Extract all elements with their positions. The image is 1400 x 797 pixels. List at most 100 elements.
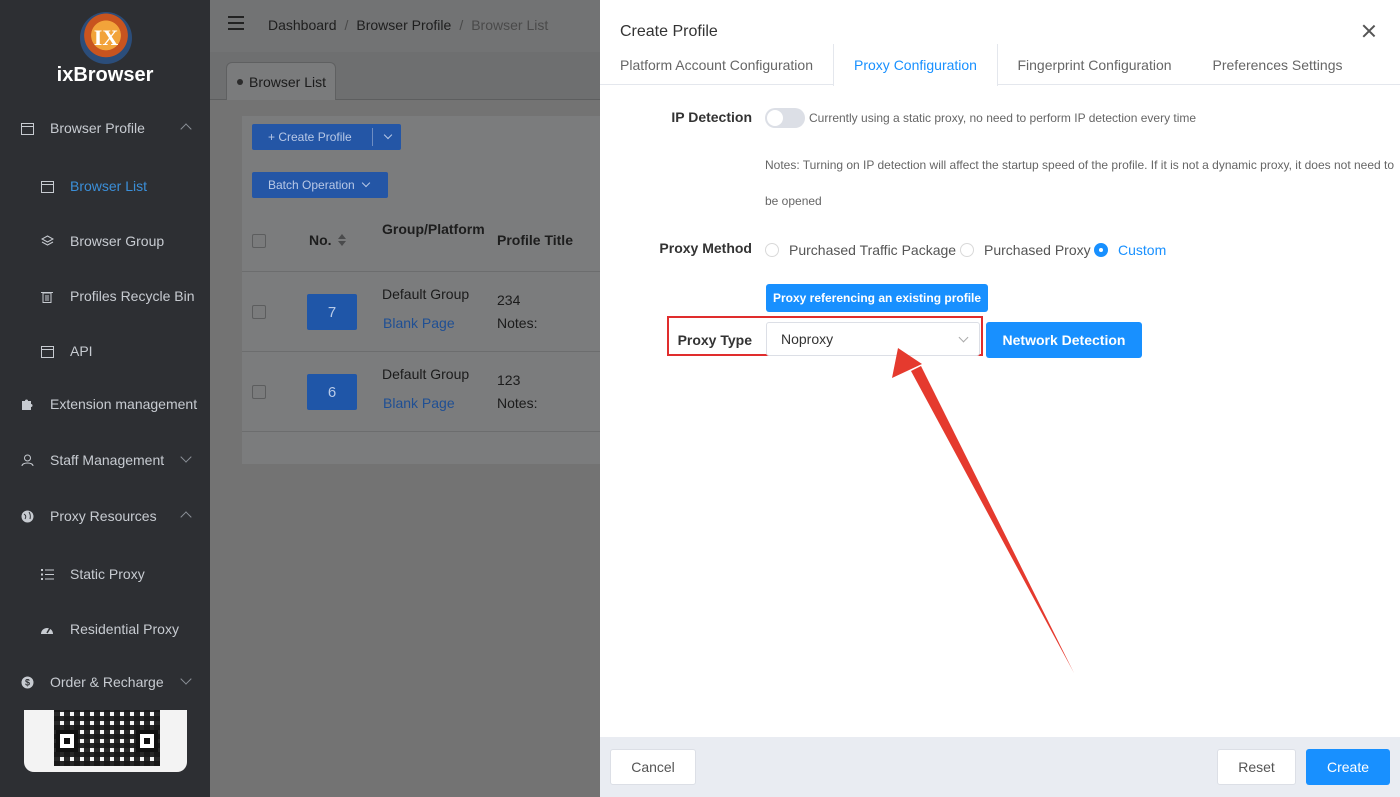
sidebar-item-label: Static Proxy (70, 566, 145, 582)
calendar-icon (40, 179, 54, 193)
table-row[interactable]: 7 Default Group Blank Page 234 Notes: (242, 272, 622, 352)
ip-detection-label: IP Detection (671, 109, 752, 125)
sidebar-item-label: Browser Group (70, 233, 165, 249)
radio-custom[interactable]: Custom (1094, 242, 1166, 258)
sidebar: IX ixBrowser Browser Profile Browser Lis… (0, 0, 210, 797)
radio-circle (765, 243, 779, 257)
chevron-up-icon (180, 511, 192, 523)
proxy-method-label: Proxy Method (659, 240, 752, 256)
reset-button[interactable]: Reset (1217, 749, 1296, 785)
sidebar-item-order-recharge[interactable]: $ Order & Recharge (0, 662, 210, 702)
svg-text:$: $ (24, 677, 29, 687)
proxy-reference-button[interactable]: Proxy referencing an existing profile (766, 284, 988, 312)
profile-group: Default Group (382, 286, 470, 302)
radio-purchased-traffic[interactable]: Purchased Traffic Package (765, 242, 956, 258)
qr-code (24, 710, 187, 772)
puzzle-icon (20, 397, 34, 411)
batch-operation-label: Batch Operation (268, 178, 355, 192)
profile-number[interactable]: 7 (307, 294, 357, 330)
chevron-down-icon (180, 451, 192, 463)
layers-icon (40, 234, 54, 248)
drawer-footer: Cancel Reset Create (600, 737, 1400, 797)
trash-icon (40, 289, 54, 303)
radio-label: Purchased Traffic Package (789, 242, 957, 258)
cancel-button[interactable]: Cancel (610, 749, 696, 785)
globe-icon (20, 509, 34, 523)
chevron-down-icon (361, 178, 370, 188)
create-button[interactable]: Create (1306, 749, 1390, 785)
table-header: No. Group/Platform Profile Title (242, 210, 622, 272)
tab-preferences-settings[interactable]: Preferences Settings (1191, 44, 1364, 85)
ip-detection-toggle[interactable] (765, 108, 805, 128)
sidebar-item-label: Browser List (70, 178, 148, 194)
profile-title: 234 (497, 292, 521, 308)
column-profile-title: Profile Title (497, 232, 573, 248)
tab-browser-list[interactable]: Browser List (226, 62, 336, 100)
profile-number[interactable]: 6 (307, 374, 357, 410)
ip-detection-note: Notes: Turning on IP detection will affe… (765, 158, 1395, 208)
sidebar-item-proxy-resources[interactable]: Proxy Resources (0, 496, 210, 536)
tab-fingerprint-configuration[interactable]: Fingerprint Configuration (998, 44, 1191, 85)
proxy-type-select[interactable]: Noproxy (766, 322, 980, 356)
chevron-down-icon[interactable] (383, 130, 393, 140)
radio-circle (1094, 243, 1108, 257)
sidebar-item-label: Browser Profile (50, 120, 145, 136)
proxy-type-value: Noproxy (781, 331, 834, 347)
sidebar-item-browser-group[interactable]: Browser Group (0, 221, 210, 261)
network-detection-button[interactable]: Network Detection (986, 322, 1142, 358)
table-row[interactable]: 6 Default Group Blank Page 123 Notes: (242, 352, 622, 432)
radio-circle (960, 243, 974, 257)
chevron-up-icon (180, 123, 192, 135)
breadcrumb-item[interactable]: Browser Profile (356, 17, 451, 33)
create-profile-button[interactable]: + Create Profile (252, 124, 401, 150)
chevron-down-icon (958, 332, 969, 343)
breadcrumb-current: Browser List (471, 17, 549, 33)
sidebar-item-extension-management[interactable]: Extension management (0, 384, 210, 424)
tab-platform-account[interactable]: Platform Account Configuration (600, 44, 833, 85)
sidebar-item-label: API (70, 343, 93, 359)
profile-group: Default Group (382, 366, 470, 382)
tab-dot-icon (237, 78, 243, 85)
sidebar-item-recycle-bin[interactable]: Profiles Recycle Bin (0, 276, 210, 316)
qr-finder (56, 730, 78, 752)
sidebar-item-label: Order & Recharge (50, 674, 164, 690)
menu-toggle-icon[interactable] (228, 16, 244, 30)
logo[interactable]: IX ixBrowser (0, 10, 210, 90)
chevron-down-icon (180, 673, 192, 685)
calendar-icon (20, 121, 34, 135)
profile-list-panel: + Create Profile Batch Operation No. Gro… (242, 116, 622, 464)
row-checkbox[interactable] (252, 385, 266, 399)
profile-platform-link[interactable]: Blank Page (383, 315, 455, 331)
tab-proxy-configuration[interactable]: Proxy Configuration (833, 44, 998, 86)
breadcrumb: Dashboard / Browser Profile / Browser List (268, 17, 548, 33)
select-all-checkbox[interactable] (252, 234, 266, 248)
dollar-icon: $ (20, 675, 34, 689)
sidebar-item-static-proxy[interactable]: Static Proxy (0, 554, 210, 594)
breadcrumb-item[interactable]: Dashboard (268, 17, 337, 33)
calendar-icon (40, 344, 54, 358)
row-checkbox[interactable] (252, 305, 266, 319)
user-icon (20, 453, 34, 467)
radio-purchased-proxy[interactable]: Purchased Proxy (960, 242, 1091, 258)
profile-notes: Notes: (497, 315, 538, 331)
radio-label: Purchased Proxy (984, 242, 1091, 258)
profile-title: 123 (497, 372, 521, 388)
sidebar-item-api[interactable]: API (0, 331, 210, 371)
sidebar-item-browser-list[interactable]: Browser List (0, 166, 210, 206)
column-group-platform: Group/Platform (382, 221, 485, 237)
button-divider (372, 128, 373, 146)
tab-label: Browser List (249, 73, 327, 90)
sidebar-item-label: Profiles Recycle Bin (70, 288, 195, 304)
list-icon (40, 567, 54, 581)
sidebar-item-staff-management[interactable]: Staff Management (0, 440, 210, 480)
dashboard-icon (40, 622, 54, 636)
breadcrumb-separator: / (344, 17, 349, 33)
batch-operation-button[interactable]: Batch Operation (252, 172, 388, 198)
radio-label: Custom (1118, 242, 1167, 258)
sidebar-item-label: Residential Proxy (70, 621, 179, 637)
sidebar-item-label: Staff Management (50, 452, 165, 468)
sidebar-item-residential-proxy[interactable]: Residential Proxy (0, 609, 210, 649)
sidebar-item-browser-profile[interactable]: Browser Profile (0, 108, 210, 148)
profile-platform-link[interactable]: Blank Page (383, 395, 455, 411)
close-icon[interactable] (1362, 24, 1376, 38)
